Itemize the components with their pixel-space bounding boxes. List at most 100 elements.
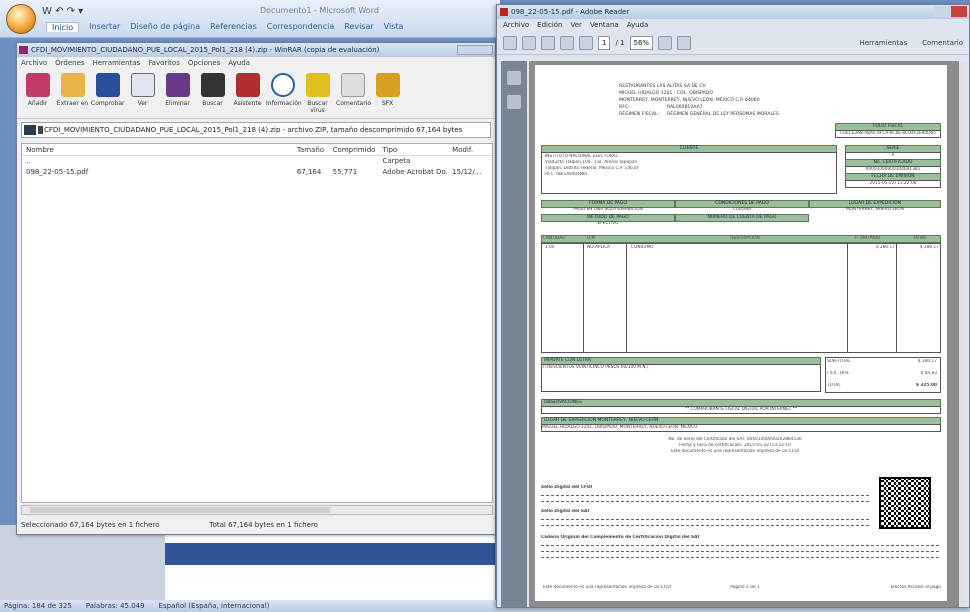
reader-menu: Archivo Edición Ver Ventana Ayuda — [497, 19, 969, 31]
sfx-button[interactable]: SFX — [371, 73, 404, 118]
status-page[interactable]: Página: 184 de 325 — [4, 600, 72, 612]
office-button[interactable] — [6, 4, 36, 34]
table-row[interactable]: .. Carpeta — [22, 156, 492, 167]
print-icon[interactable] — [541, 35, 555, 50]
file-list-header: Nombre Tamaño Comprimido Tipo Modif. — [22, 144, 492, 156]
info-button[interactable]: Información — [266, 73, 302, 118]
issuer-block: RESTAURANTES LAS ALITAS SA DE CV MIGUEL … — [619, 83, 819, 118]
col-size[interactable]: Tamaño — [293, 144, 329, 155]
horizontal-scrollbar[interactable] — [21, 505, 493, 515]
file-list[interactable]: Nombre Tamaño Comprimido Tipo Modif. .. … — [21, 143, 493, 503]
total-label: TOTAL — [827, 383, 841, 388]
vertical-scrollbar[interactable] — [959, 61, 967, 607]
page-number-input[interactable]: 1 — [598, 35, 611, 50]
reader-title: 098_22-05-15.pdf - Adobe Reader — [511, 8, 630, 16]
status-language[interactable]: Español (España, internacional) — [159, 600, 270, 612]
menu-favoritos[interactable]: Favoritos — [148, 57, 180, 69]
ribbon-tabs: Inicio Insertar Diseño de página Referen… — [46, 22, 403, 32]
zoom-select[interactable]: 56% — [629, 35, 654, 50]
info-icon — [270, 73, 295, 97]
word-blue-band — [165, 543, 495, 565]
sign-pen-icon[interactable] — [677, 35, 692, 50]
menu-archivo[interactable]: Archivo — [21, 57, 47, 69]
comment-button[interactable]: Comentario — [336, 73, 371, 118]
email-icon[interactable] — [560, 35, 574, 50]
method-value: EFECTIVO — [597, 221, 619, 226]
quick-access-toolbar[interactable]: W ↶ ↷ ▾ — [42, 6, 83, 17]
address-bar[interactable]: CFDI_MOVIMIENTO_CIUDADANO_PUE_LOCAL_2015… — [21, 122, 491, 138]
menu-archivo[interactable]: Archivo — [503, 19, 529, 31]
pay-form-value: PAGO EN UNA SOLA EXHIBICIÓN — [573, 207, 643, 212]
zoom-in-icon[interactable] — [658, 35, 673, 50]
document-view[interactable]: RESTAURANTES LAS ALITAS SA DE CV MIGUEL … — [529, 61, 961, 607]
wizard-icon — [235, 73, 260, 97]
create-pdf-icon[interactable] — [522, 35, 536, 50]
winrar-icon — [19, 46, 28, 54]
open-icon[interactable] — [503, 35, 517, 50]
tab-insertar[interactable]: Insertar — [89, 22, 120, 32]
window-controls[interactable] — [457, 45, 493, 55]
menu-ordenes[interactable]: Órdenes — [55, 57, 84, 69]
virus-scan-button[interactable]: Buscar virus — [301, 73, 334, 118]
sello-line — [541, 525, 871, 526]
reader-title-bar[interactable]: 098_22-05-15.pdf - Adobe Reader — [497, 5, 969, 19]
add-button[interactable]: Añadir — [21, 73, 54, 118]
menu-opciones[interactable]: Opciones — [188, 57, 220, 69]
tab-inicio[interactable]: Inicio — [46, 22, 80, 32]
tab-vista[interactable]: Vista — [384, 22, 404, 32]
add-icon — [25, 73, 50, 97]
col-modified[interactable]: Modif. — [448, 144, 492, 155]
footer-page: Página 1 de 1 — [730, 585, 760, 590]
winrar-toolbar: Añadir Extraer en Comprobar Ver Eliminar… — [17, 69, 495, 119]
status-words[interactable]: Palabras: 45.049 — [86, 600, 145, 612]
sello-line — [541, 495, 871, 496]
footer-effects: Efectos fiscales al pago — [890, 585, 941, 590]
sello-line — [541, 501, 871, 502]
cadena-line — [541, 551, 941, 552]
view-glasses-icon — [130, 73, 155, 97]
tab-revisar[interactable]: Revisar — [344, 22, 373, 32]
pages-icon[interactable] — [507, 71, 521, 85]
close-icon[interactable] — [933, 6, 967, 17]
prev-page-icon[interactable] — [579, 35, 593, 50]
up-folder-icon[interactable] — [24, 125, 36, 135]
menu-herramientas[interactable]: Herramientas — [93, 57, 141, 69]
footer-note: Este documento es una representación imp… — [543, 585, 671, 590]
navigation-pane — [501, 61, 527, 607]
winrar-title-bar[interactable]: CFDI_MOVIMIENTO_CIUDADANO_PUE_LOCAL_2015… — [17, 43, 495, 57]
comment-link[interactable]: Comentario — [922, 39, 963, 47]
extract-button[interactable]: Extraer en — [56, 73, 89, 118]
table-row[interactable]: 098_22-05-15.pdf 67,164 55,771 Adobe Acr… — [22, 167, 492, 178]
delete-button[interactable]: Eliminar — [161, 73, 194, 118]
menu-edicion[interactable]: Edición — [537, 19, 562, 31]
extract-folder-icon — [60, 73, 85, 97]
col-name[interactable]: Nombre — [22, 144, 293, 155]
scroll-thumb[interactable] — [30, 507, 330, 513]
tab-diseno[interactable]: Diseño de página — [130, 22, 200, 32]
word-document-area — [0, 525, 495, 600]
item-total: $ 280.17 — [919, 245, 939, 250]
find-button[interactable]: Buscar — [196, 73, 229, 118]
col-packed[interactable]: Comprimido — [329, 144, 379, 155]
account-label: NÚMERO DE CUENTA DE PAGO — [675, 214, 809, 222]
place-text: MIGUEL HIDALGO 1201, OBISPADO, MONTERREY… — [541, 424, 941, 432]
iva-value: $ 44.83 — [920, 371, 937, 376]
subtotal-label: SUB-TOTAL — [827, 359, 851, 364]
virus-scan-icon — [305, 73, 330, 97]
menu-ayuda[interactable]: Ayuda — [228, 57, 250, 69]
menu-ver[interactable]: Ver — [571, 19, 582, 31]
wizard-button[interactable]: Asistente — [231, 73, 264, 118]
tab-referencias[interactable]: Referencias — [210, 22, 257, 32]
menu-ayuda[interactable]: Ayuda — [627, 19, 649, 31]
word-window-title: Documento1 - Microsoft Word — [260, 6, 379, 15]
item-qty: 1.00 — [545, 245, 555, 250]
col-type[interactable]: Tipo — [378, 144, 448, 155]
attachment-icon[interactable] — [507, 95, 521, 109]
tab-correspondencia[interactable]: Correspondencia — [267, 22, 334, 32]
items-divider — [583, 243, 627, 353]
menu-ventana[interactable]: Ventana — [590, 19, 619, 31]
test-button[interactable]: Comprobar — [91, 73, 124, 118]
find-binoculars-icon — [200, 73, 225, 97]
tools-link[interactable]: Herramientas — [859, 39, 907, 47]
view-button[interactable]: Ver — [126, 73, 159, 118]
